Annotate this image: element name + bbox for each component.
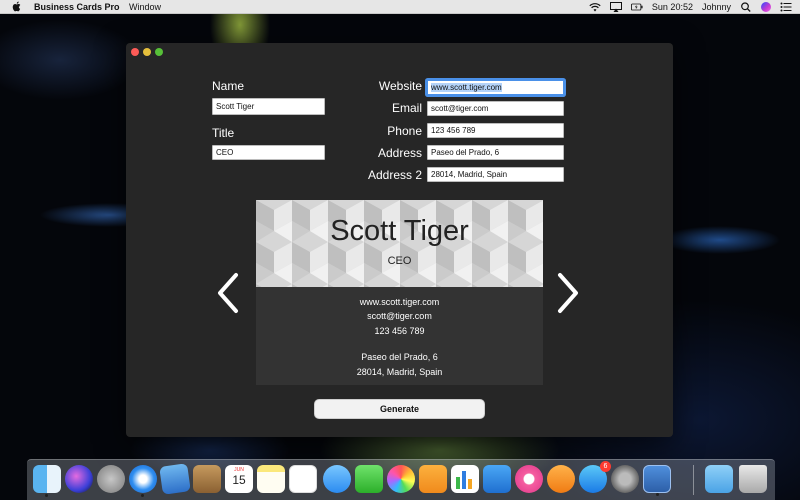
address-field[interactable]: Paseo del Prado, 6 <box>427 145 564 160</box>
address2-field[interactable]: 28014, Madrid, Spain <box>427 167 564 182</box>
airplay-icon[interactable] <box>609 2 622 12</box>
siri-icon[interactable] <box>761 2 771 12</box>
itunes-icon[interactable] <box>515 465 543 493</box>
generate-button[interactable]: Generate <box>314 399 485 419</box>
card-name: Scott Tiger <box>330 215 469 247</box>
email-field[interactable]: scott@tiger.com <box>427 101 564 116</box>
business-cards-icon[interactable] <box>643 465 671 496</box>
website-field[interactable]: www.scott.tiger.com <box>427 80 564 95</box>
safari-icon[interactable] <box>129 465 157 497</box>
email-label: Email <box>391 101 422 115</box>
system-preferences-icon[interactable] <box>611 465 639 493</box>
messages-icon[interactable] <box>323 465 351 493</box>
business-card-preview: Scott Tiger CEO www.scott.tiger.com scot… <box>256 200 543 385</box>
pages-icon[interactable] <box>419 465 447 493</box>
website-field-value: www.scott.tiger.com <box>431 83 502 92</box>
app-window: Name Scott Tiger Title CEO Website www.s… <box>126 43 673 437</box>
wifi-icon[interactable] <box>589 2 601 12</box>
calendar-day: 15 <box>232 473 246 487</box>
launchpad-icon[interactable] <box>97 465 125 493</box>
dock: JUN 15 6 <box>27 459 775 500</box>
window-menu[interactable]: Window <box>129 2 161 12</box>
phone-label: Phone <box>387 124 422 138</box>
card-address: Paseo del Prado, 6 <box>361 352 438 362</box>
phone-field[interactable]: 123 456 789 <box>427 123 564 138</box>
minimize-window-button[interactable] <box>143 48 151 56</box>
card-website: www.scott.tiger.com <box>359 297 440 307</box>
battery-icon[interactable] <box>630 2 643 12</box>
next-design-arrow-icon[interactable] <box>554 271 582 315</box>
numbers-bars <box>456 471 472 489</box>
title-field-value: CEO <box>216 148 234 157</box>
dock-separator <box>693 465 694 495</box>
card-phone: 123 456 789 <box>374 326 425 336</box>
numbers-icon[interactable] <box>451 465 479 493</box>
email-field-value: scott@tiger.com <box>431 104 489 113</box>
spotlight-search-icon[interactable] <box>740 2 752 12</box>
name-label: Name <box>212 79 245 93</box>
app-store-icon[interactable]: 6 <box>579 461 611 493</box>
close-window-button[interactable] <box>131 48 139 56</box>
address-label: Address <box>377 146 422 160</box>
finder-icon[interactable] <box>33 465 61 497</box>
zoom-window-button[interactable] <box>155 48 163 56</box>
ibooks-icon[interactable] <box>547 465 575 493</box>
phone-field-value: 123 456 789 <box>431 126 476 135</box>
calendar-icon[interactable]: JUN 15 <box>225 465 253 493</box>
notification-center-icon[interactable] <box>780 2 792 12</box>
name-field-value: Scott Tiger <box>216 102 255 111</box>
card-title: CEO <box>387 255 412 267</box>
apple-menu-icon[interactable] <box>12 1 22 12</box>
siri-icon[interactable] <box>65 465 93 493</box>
photos-icon[interactable] <box>387 465 415 493</box>
menubar-clock[interactable]: Sun 20:52 <box>652 2 693 12</box>
notes-icon[interactable] <box>257 465 285 493</box>
reminders-icon[interactable] <box>289 465 317 493</box>
previous-design-arrow-icon[interactable] <box>214 271 242 315</box>
contacts-icon[interactable] <box>193 465 221 493</box>
mail-icon[interactable] <box>159 463 191 495</box>
address2-label: Address 2 <box>367 168 422 182</box>
menubar-user[interactable]: Johnny <box>702 2 731 12</box>
app-menu[interactable]: Business Cards Pro <box>34 2 120 12</box>
title-label: Title <box>212 126 235 140</box>
downloads-folder-icon[interactable] <box>705 465 733 493</box>
website-label: Website <box>378 79 422 93</box>
keynote-icon[interactable] <box>483 465 511 493</box>
title-field[interactable]: CEO <box>212 145 325 160</box>
card-address2: 28014, Madrid, Spain <box>356 367 443 377</box>
menu-bar: Business Cards Pro Window Sun 20:52 John… <box>0 0 800 14</box>
address-field-value: Paseo del Prado, 6 <box>431 148 500 157</box>
facetime-icon[interactable] <box>355 465 383 493</box>
address2-field-value: 28014, Madrid, Spain <box>431 170 508 179</box>
trash-icon[interactable] <box>739 465 767 493</box>
app-store-badge: 6 <box>600 461 611 472</box>
card-header-pattern: Scott Tiger CEO <box>256 200 543 287</box>
name-field[interactable]: Scott Tiger <box>212 98 325 115</box>
card-email: scott@tiger.com <box>367 311 432 321</box>
